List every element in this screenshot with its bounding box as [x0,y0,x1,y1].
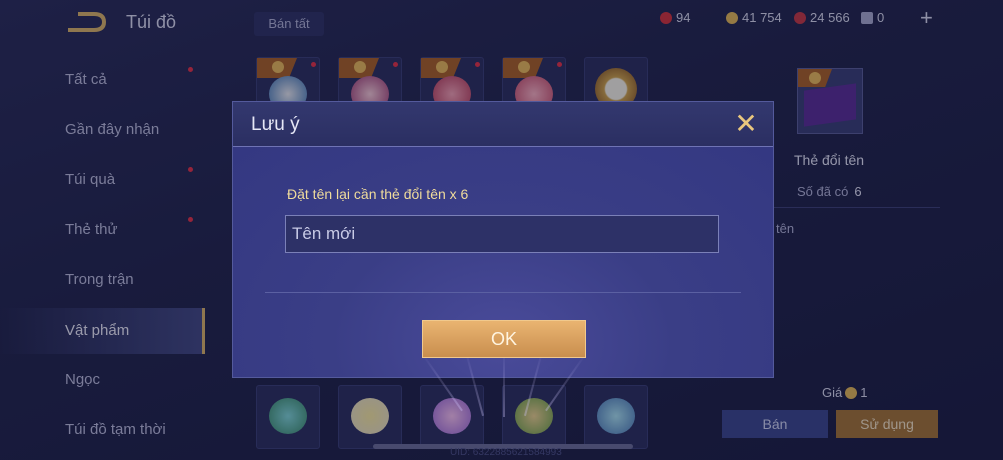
ok-button[interactable]: OK [422,320,586,358]
divider [265,292,741,293]
close-icon[interactable]: ✕ [733,110,759,138]
new-name-input[interactable] [285,215,719,253]
notice-dialog: Lưu ý ✕ Đặt tên lại cần thẻ đổi tên x 6 … [232,101,774,417]
dialog-message: Đặt tên lại cần thẻ đổi tên x 6 [287,186,469,202]
dialog-header: Lưu ý ✕ [233,102,773,147]
dialog-title: Lưu ý [251,114,300,135]
